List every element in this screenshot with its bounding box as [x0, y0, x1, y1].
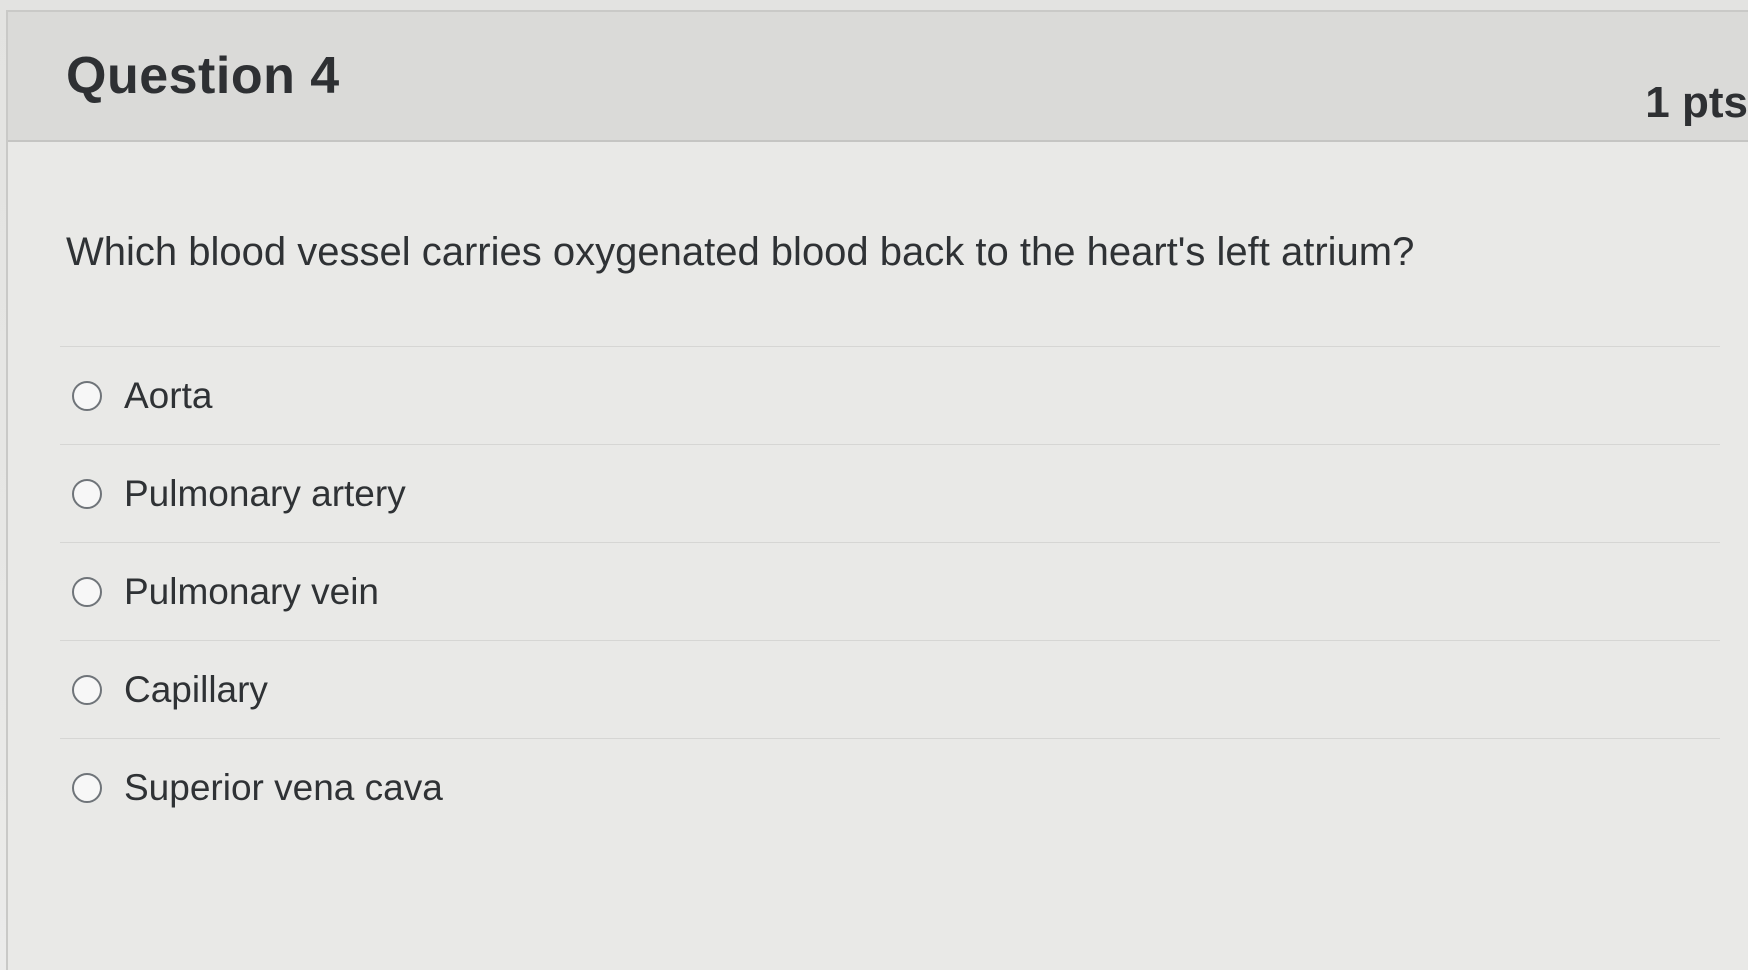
question-card: Question 4 Which blood vessel carries ox… — [6, 10, 1748, 970]
answer-label[interactable]: Superior vena cava — [124, 767, 443, 809]
answer-label[interactable]: Pulmonary artery — [124, 473, 406, 515]
quiz-page: Question 4 Which blood vessel carries ox… — [0, 0, 1748, 970]
answer-option-pulmonary-artery[interactable]: Pulmonary artery — [60, 444, 1720, 542]
radio-button[interactable] — [72, 380, 102, 411]
answer-label[interactable]: Pulmonary vein — [124, 571, 379, 613]
radio-button[interactable] — [72, 772, 102, 803]
question-points: 1 pts — [1645, 78, 1748, 127]
question-header: Question 4 — [8, 12, 1748, 142]
question-text: Which blood vessel carries oxygenated bl… — [66, 230, 1415, 274]
radio-button[interactable] — [72, 478, 102, 509]
answer-option-capillary[interactable]: Capillary — [60, 640, 1720, 738]
answer-list: Aorta Pulmonary artery Pulmonary vein Ca… — [60, 346, 1720, 836]
answer-label[interactable]: Aorta — [124, 375, 212, 417]
question-title: Question 4 — [66, 47, 340, 105]
answer-option-pulmonary-vein[interactable]: Pulmonary vein — [60, 542, 1720, 640]
answer-option-aorta[interactable]: Aorta — [60, 346, 1720, 444]
radio-button[interactable] — [72, 674, 102, 705]
radio-button[interactable] — [72, 576, 102, 607]
answer-label[interactable]: Capillary — [124, 669, 268, 711]
answer-option-superior-vena-cava[interactable]: Superior vena cava — [60, 738, 1720, 836]
